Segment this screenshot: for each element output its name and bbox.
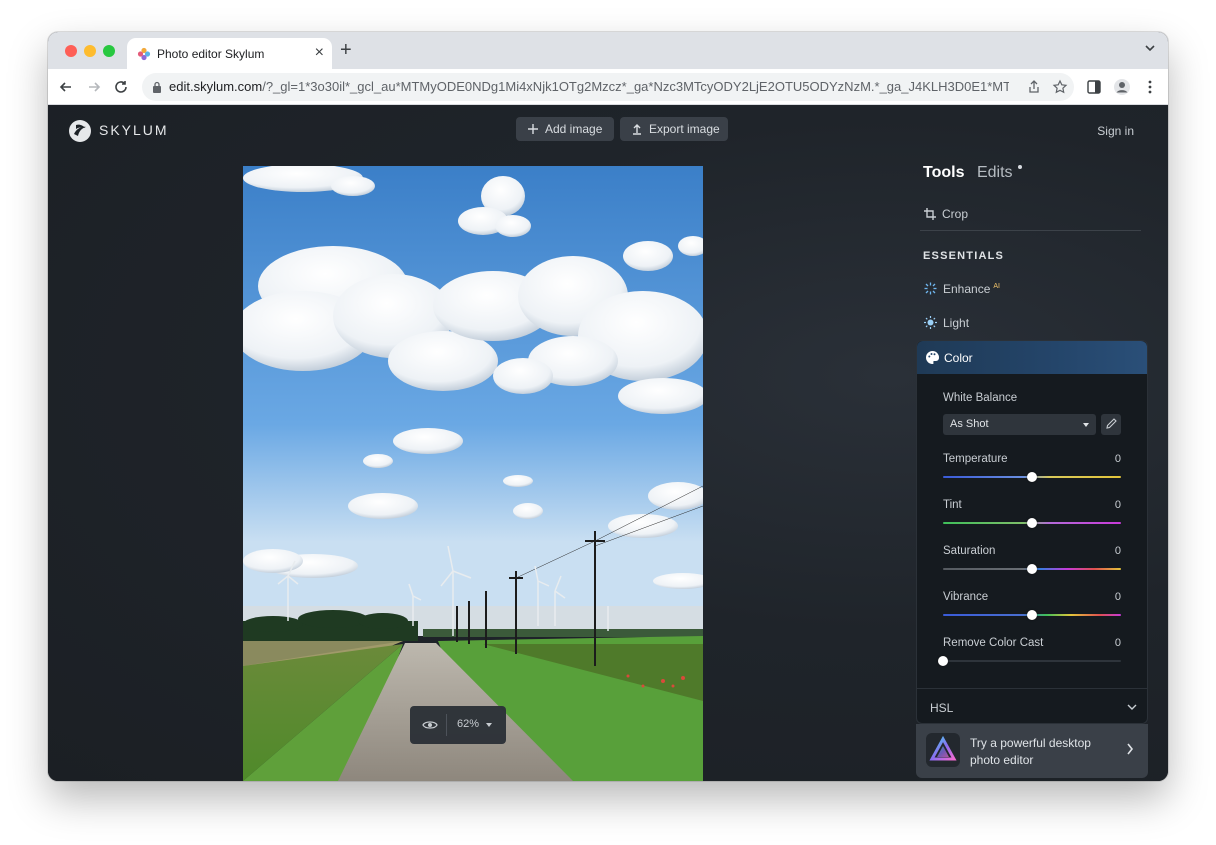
section-essentials: ESSENTIALS — [923, 250, 1005, 262]
hsl-label: HSL — [930, 701, 954, 715]
saturation-slider-handle[interactable] — [1027, 564, 1037, 574]
profile-avatar-icon[interactable] — [1113, 78, 1131, 96]
caret-down-icon[interactable] — [486, 723, 492, 727]
color-header[interactable]: Color — [917, 341, 1147, 374]
eyedropper-icon — [1106, 418, 1117, 429]
color-title: Color — [944, 351, 973, 365]
bookmark-star-icon[interactable] — [1052, 79, 1068, 95]
remove-color-cast-value: 0 — [1114, 637, 1121, 649]
forward-icon[interactable] — [84, 77, 104, 97]
light-label: Light — [943, 316, 970, 330]
add-image-label: Add image — [545, 122, 603, 136]
tint-value: 0 — [1114, 499, 1121, 511]
export-image-button[interactable]: Export image — [620, 117, 728, 141]
temperature-slider-handle[interactable] — [1027, 472, 1037, 482]
vibrance-value: 0 — [1114, 591, 1121, 603]
address-bar[interactable]: edit.skylum.com/?_gl=1*3o30il*_gcl_au*MT… — [142, 73, 1074, 101]
back-icon[interactable] — [56, 77, 76, 97]
sun-icon — [924, 316, 937, 329]
editor-app: SKYLUM Add image Export image Sign in 62… — [48, 105, 1168, 781]
luminar-app-icon — [926, 733, 960, 767]
new-tab-icon[interactable]: + — [340, 40, 352, 60]
close-window-button[interactable] — [65, 45, 77, 57]
eye-icon[interactable] — [422, 718, 438, 732]
enhance-label: Enhance — [943, 282, 991, 296]
ai-badge: AI — [993, 283, 1000, 290]
saturation-value: 0 — [1114, 545, 1121, 557]
minimize-window-button[interactable] — [84, 45, 96, 57]
chevron-down-icon[interactable] — [1144, 42, 1156, 54]
landscape-photo — [243, 166, 703, 781]
vibrance-label: Vibrance — [943, 591, 989, 603]
edits-indicator-dot — [1018, 165, 1022, 169]
enhance-sparkle-icon — [924, 282, 937, 295]
browser-toolbar: edit.skylum.com/?_gl=1*3o30il*_gcl_au*MT… — [48, 69, 1168, 105]
tint-slider-handle[interactable] — [1027, 518, 1037, 528]
url-text: edit.skylum.com/?_gl=1*3o30il*_gcl_au*MT… — [169, 79, 1009, 94]
white-balance-select[interactable]: As Shot — [943, 414, 1096, 435]
tint-label: Tint — [943, 499, 962, 511]
maximize-window-button[interactable] — [103, 45, 115, 57]
white-balance-label: White Balance — [943, 392, 1018, 404]
skylum-favicon-icon — [137, 47, 151, 61]
crop-label: Crop — [942, 207, 969, 221]
crop-tool[interactable]: Crop — [924, 207, 968, 221]
chevron-right-icon — [1127, 743, 1134, 755]
eyedropper-button[interactable] — [1101, 414, 1121, 435]
temperature-value: 0 — [1114, 453, 1121, 465]
desktop-promo-banner[interactable]: Try a powerful desktop photo editor — [916, 724, 1148, 778]
tab-bar: Photo editor Skylum × + — [48, 32, 1168, 69]
skylum-logo-icon — [69, 120, 91, 142]
panel-tabs: Tools Edits — [923, 164, 1022, 182]
crop-icon — [924, 208, 936, 220]
tab-title: Photo editor Skylum — [157, 47, 265, 61]
browser-window: Photo editor Skylum × + edit.skylum.com/… — [48, 32, 1168, 781]
tab-edits[interactable]: Edits — [977, 164, 1013, 181]
enhance-tool[interactable]: Enhance AI — [924, 282, 1000, 296]
tab-tools[interactable]: Tools — [923, 164, 964, 181]
reload-icon[interactable] — [111, 77, 131, 97]
chevron-down-icon — [1127, 704, 1137, 710]
temperature-label: Temperature — [943, 453, 1008, 465]
zoom-divider — [446, 714, 447, 736]
zoom-level[interactable]: 62% — [457, 718, 479, 730]
remove-color-cast-label: Remove Color Cast — [943, 637, 1044, 649]
photo-canvas[interactable] — [243, 166, 703, 781]
browser-tab[interactable]: Photo editor Skylum × — [127, 38, 332, 69]
export-image-label: Export image — [649, 122, 720, 136]
lock-icon — [153, 81, 161, 93]
white-balance-value: As Shot — [950, 418, 989, 430]
remove-color-cast-slider-handle[interactable] — [938, 656, 948, 666]
hsl-section-header[interactable]: HSL — [917, 688, 1147, 724]
plus-icon — [528, 124, 538, 134]
more-menu-icon[interactable] — [1141, 78, 1159, 96]
tab-close-icon[interactable]: × — [315, 44, 324, 62]
remove-color-cast-slider[interactable] — [943, 660, 1121, 662]
caret-down-icon — [1083, 423, 1089, 427]
palette-icon — [926, 350, 940, 364]
share-icon[interactable] — [1026, 79, 1042, 95]
tools-panel: Tools Edits Crop ESSENTIALS Enhance AI Li… — [916, 105, 1148, 781]
crop-divider — [920, 230, 1141, 231]
saturation-label: Saturation — [943, 545, 996, 557]
add-image-button[interactable]: Add image — [516, 117, 614, 141]
color-section: Color White Balance As Shot Temperature … — [916, 340, 1148, 724]
zoom-control[interactable]: 62% — [410, 706, 506, 744]
side-panel-icon[interactable] — [1085, 78, 1103, 96]
upload-icon — [633, 124, 641, 135]
vibrance-slider-handle[interactable] — [1027, 610, 1037, 620]
light-tool[interactable]: Light — [924, 316, 969, 330]
logo-text: SKYLUM — [99, 122, 169, 138]
promo-text: Try a powerful desktop photo editor — [970, 736, 1091, 767]
